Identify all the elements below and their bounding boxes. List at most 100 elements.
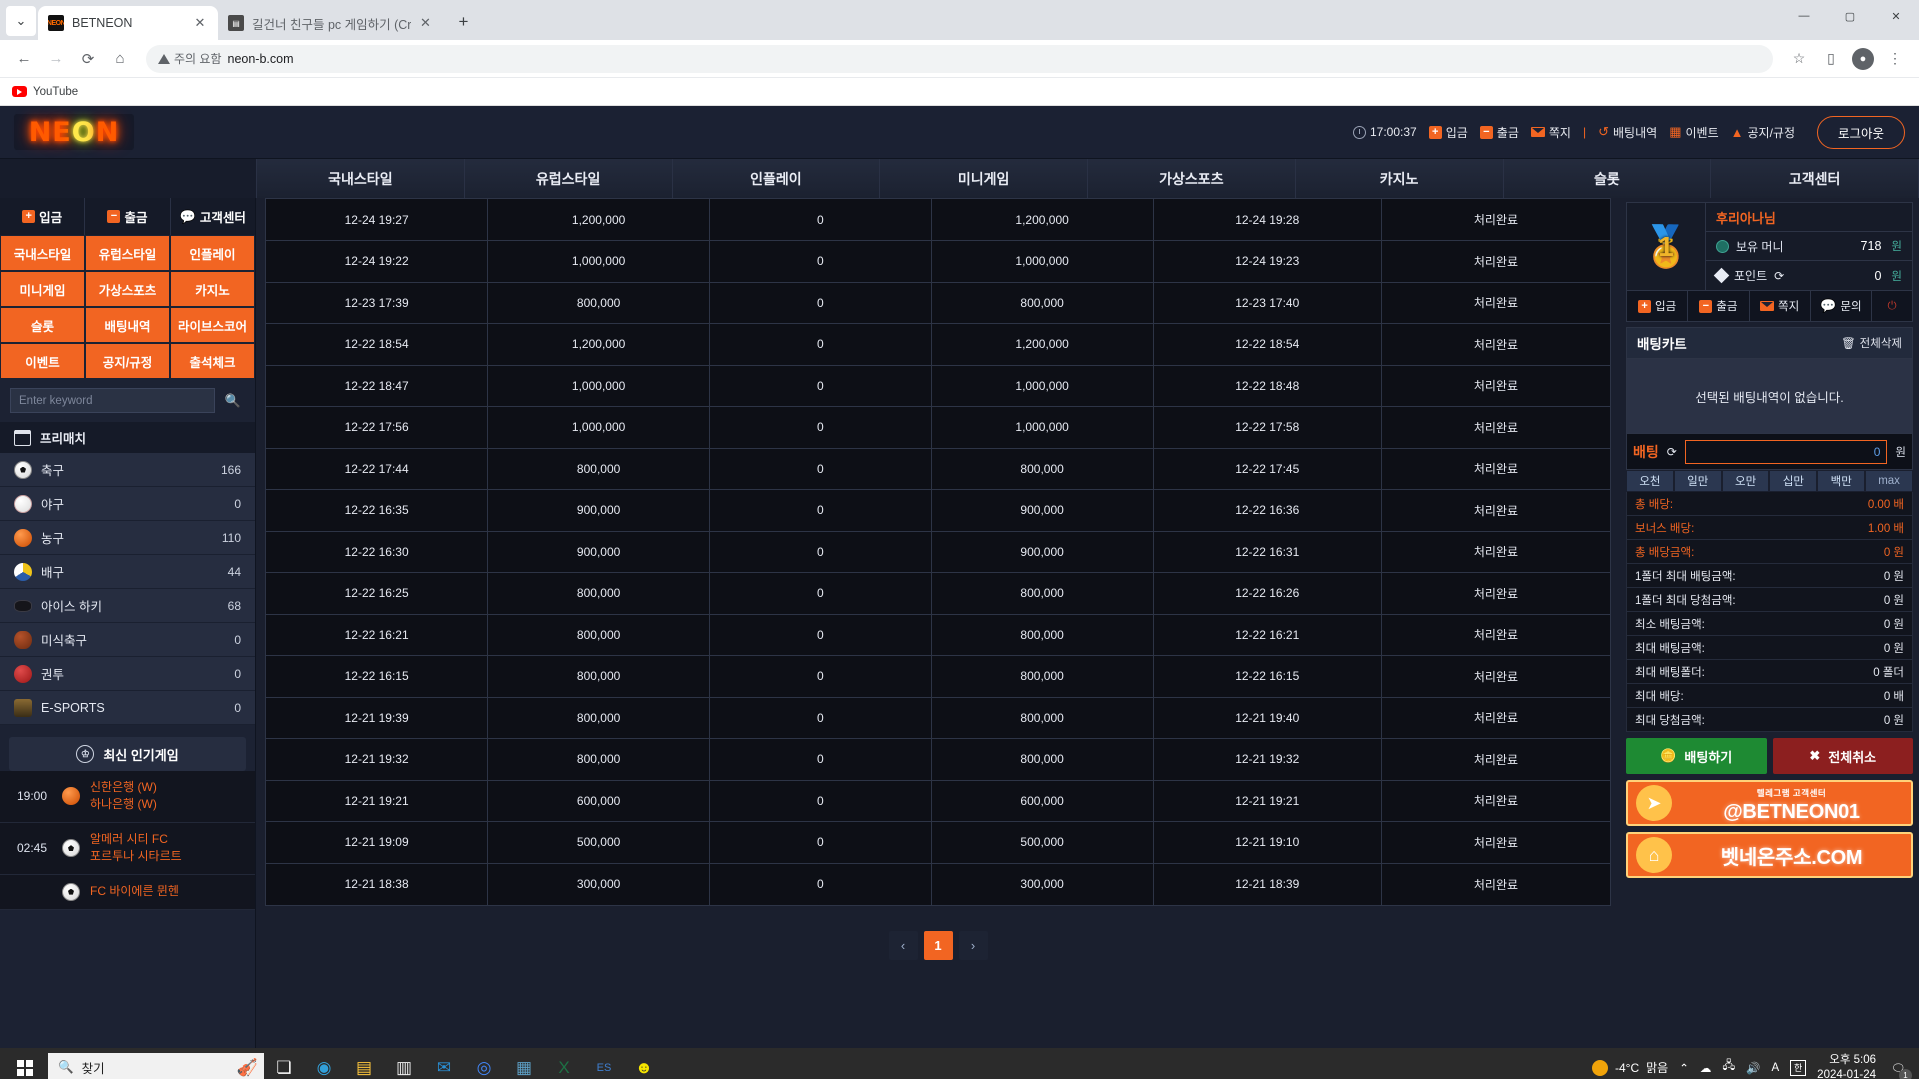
- sidebar-sport-baseball[interactable]: 야구 0: [0, 487, 255, 521]
- topbar-event[interactable]: ▦ 이벤트: [1669, 124, 1718, 141]
- logout-button[interactable]: 로그아웃: [1817, 116, 1905, 149]
- forward-icon[interactable]: →: [42, 45, 70, 73]
- tray-onedrive-icon[interactable]: ☁: [1700, 1061, 1712, 1075]
- refresh-icon[interactable]: ⟳: [1667, 445, 1677, 459]
- sidebar-grid-virtual[interactable]: 가상스포츠: [85, 271, 170, 307]
- sidebar-grid-event[interactable]: 이벤트: [0, 343, 85, 379]
- sidebar-grid-casino[interactable]: 카지노: [170, 271, 255, 307]
- bookmark-item-youtube[interactable]: YouTube: [33, 86, 78, 98]
- quick-deposit-button[interactable]: + 입금: [1627, 291, 1688, 321]
- sidebar-sport-icehockey[interactable]: 아이스 하키 68: [0, 589, 255, 623]
- minimize-button[interactable]: —: [1781, 0, 1827, 32]
- topbar-withdraw[interactable]: − 출금: [1480, 124, 1519, 141]
- browser-menu-icon[interactable]: ⋮: [1881, 45, 1909, 73]
- sidebar-sport-boxing[interactable]: 권투 0: [0, 657, 255, 691]
- sidebar-grid-livescore[interactable]: 라이브스코어: [170, 307, 255, 343]
- chip-10000[interactable]: 일만: [1674, 470, 1722, 492]
- taskbar-chrome-icon[interactable]: ◎: [464, 1048, 504, 1079]
- sidebar-sport-basketball[interactable]: 농구 110: [0, 521, 255, 555]
- address-bar[interactable]: 주의 요함 neon-b.com: [146, 45, 1773, 73]
- pagination-next[interactable]: ›: [959, 931, 988, 960]
- reload-icon[interactable]: ⟳: [74, 45, 102, 73]
- taskbar-search[interactable]: 🔍 찾기 🎻: [48, 1053, 264, 1079]
- bet-cart-clear-button[interactable]: 🗑 전체삭제: [1841, 335, 1902, 351]
- sidebar-grid-slot[interactable]: 슬롯: [0, 307, 85, 343]
- pagination-prev[interactable]: ‹: [889, 931, 918, 960]
- sidebar-grid-inplay[interactable]: 인플레이: [170, 235, 255, 271]
- sidebar-withdraw-button[interactable]: − 출금: [85, 198, 170, 235]
- quick-inquiry-button[interactable]: 💬 문의: [1811, 291, 1872, 321]
- topbar-notice[interactable]: ▲ 공지/규정: [1731, 124, 1795, 141]
- tray-clock[interactable]: 오후 5:06 2024-01-24: [1817, 1053, 1876, 1079]
- taskbar-microsoft-store-icon[interactable]: ▥: [384, 1048, 424, 1079]
- popular-game-item[interactable]: FC 바이에른 뮌헨: [0, 875, 255, 910]
- browser-tab-1[interactable]: ▤ 길건너 친구들 pc 게임하기 (Cr ✕: [218, 6, 443, 40]
- bookmark-star-icon[interactable]: ☆: [1785, 45, 1813, 73]
- taskbar-task-view-icon[interactable]: ❏: [264, 1048, 304, 1079]
- profile-avatar[interactable]: ●: [1849, 45, 1877, 73]
- sidebar-grid-domestic[interactable]: 국내스타일: [0, 235, 85, 271]
- chip-5000[interactable]: 오천: [1626, 470, 1674, 492]
- site-logo[interactable]: NEON: [14, 114, 134, 150]
- popular-game-item[interactable]: 19:00 신한은행 (W) 하나은행 (W): [0, 771, 255, 823]
- taskbar-file-explorer-icon[interactable]: ▤: [344, 1048, 384, 1079]
- cancel-all-button[interactable]: ✖ 전체취소: [1773, 738, 1914, 774]
- start-button[interactable]: [2, 1048, 48, 1079]
- site-address-banner[interactable]: ⌂ 벳네온주소.COM: [1626, 832, 1913, 878]
- taskbar-mail-icon[interactable]: ✉: [424, 1048, 464, 1079]
- sidebar-grid-bet-history[interactable]: 배팅내역: [85, 307, 170, 343]
- nav-item-virtual-sports[interactable]: 가상스포츠: [1087, 159, 1295, 198]
- topbar-bet-history[interactable]: ↺ 배팅내역: [1598, 124, 1657, 141]
- sidebar-sport-football[interactable]: 미식축구 0: [0, 623, 255, 657]
- nav-item-minigame[interactable]: 미니게임: [879, 159, 1087, 198]
- taskbar-kakaotalk-icon[interactable]: ☻: [624, 1048, 664, 1079]
- browser-tab-0[interactable]: NEON BETNEON ✕: [38, 6, 218, 40]
- topbar-message[interactable]: 쪽지: [1531, 124, 1571, 141]
- sidebar-grid-europe[interactable]: 유럽스타일: [85, 235, 170, 271]
- security-warning-chip[interactable]: 주의 요함: [158, 50, 222, 67]
- sidebar-sport-esports[interactable]: E-SPORTS 0: [0, 691, 255, 725]
- sidebar-grid-minigame[interactable]: 미니게임: [0, 271, 85, 307]
- topbar-deposit[interactable]: + 입금: [1429, 124, 1468, 141]
- popular-game-item[interactable]: 02:45 알메러 시티 FC 포르투나 시타르트: [0, 823, 255, 875]
- tray-volume-icon[interactable]: 🔊: [1746, 1061, 1760, 1075]
- sidebar-support-button[interactable]: 💬 고객센터: [171, 198, 255, 235]
- quick-message-button[interactable]: 쪽지: [1750, 291, 1811, 321]
- notification-center-icon[interactable]: 🗨 1: [1887, 1057, 1909, 1079]
- nav-item-casino[interactable]: 카지노: [1295, 159, 1503, 198]
- tray-language-icon[interactable]: A: [1772, 1062, 1780, 1074]
- sidebar-section-prematch[interactable]: 프리매치: [0, 422, 255, 453]
- taskbar-excel-icon[interactable]: X: [544, 1048, 584, 1079]
- tray-ime-icon[interactable]: 한: [1790, 1060, 1806, 1076]
- taskbar-calculator-icon[interactable]: ▦: [504, 1048, 544, 1079]
- taskbar-hancom-icon[interactable]: ES: [584, 1048, 624, 1079]
- search-input[interactable]: [10, 388, 215, 413]
- sidebar-grid-notice[interactable]: 공지/규정: [85, 343, 170, 379]
- taskbar-edge-icon[interactable]: ◉: [304, 1048, 344, 1079]
- tray-expand-icon[interactable]: ⌃: [1679, 1061, 1689, 1075]
- power-icon[interactable]: ⏻: [1872, 291, 1912, 321]
- bet-amount-input[interactable]: [1685, 440, 1888, 464]
- nav-item-support[interactable]: 고객센터: [1710, 159, 1919, 198]
- sidebar-sport-volleyball[interactable]: 배구 44: [0, 555, 255, 589]
- pagination-page-1[interactable]: 1: [924, 931, 953, 960]
- maximize-button[interactable]: ▢: [1827, 0, 1873, 32]
- search-icon[interactable]: 🔍: [221, 389, 245, 413]
- close-window-button[interactable]: ✕: [1873, 0, 1919, 32]
- nav-item-slot[interactable]: 슬롯: [1503, 159, 1711, 198]
- nav-item-domestic[interactable]: 국내스타일: [256, 159, 464, 198]
- home-icon[interactable]: ⌂: [106, 45, 134, 73]
- refresh-icon[interactable]: ⟳: [1774, 269, 1784, 283]
- chip-1000000[interactable]: 백만: [1817, 470, 1865, 492]
- new-tab-button[interactable]: +: [449, 8, 477, 36]
- back-icon[interactable]: ←: [10, 45, 38, 73]
- nav-item-inplay[interactable]: 인플레이: [672, 159, 880, 198]
- sidebar-sport-soccer[interactable]: 축구 166: [0, 453, 255, 487]
- side-panel-icon[interactable]: ▯: [1817, 45, 1845, 73]
- sidebar-deposit-button[interactable]: + 입금: [0, 198, 85, 235]
- nav-item-europe[interactable]: 유럽스타일: [464, 159, 672, 198]
- tray-network-icon[interactable]: 🖧: [1722, 1058, 1735, 1077]
- chip-100000[interactable]: 십만: [1769, 470, 1817, 492]
- place-bet-button[interactable]: 🪙 배팅하기: [1626, 738, 1767, 774]
- chip-max[interactable]: max: [1865, 470, 1913, 492]
